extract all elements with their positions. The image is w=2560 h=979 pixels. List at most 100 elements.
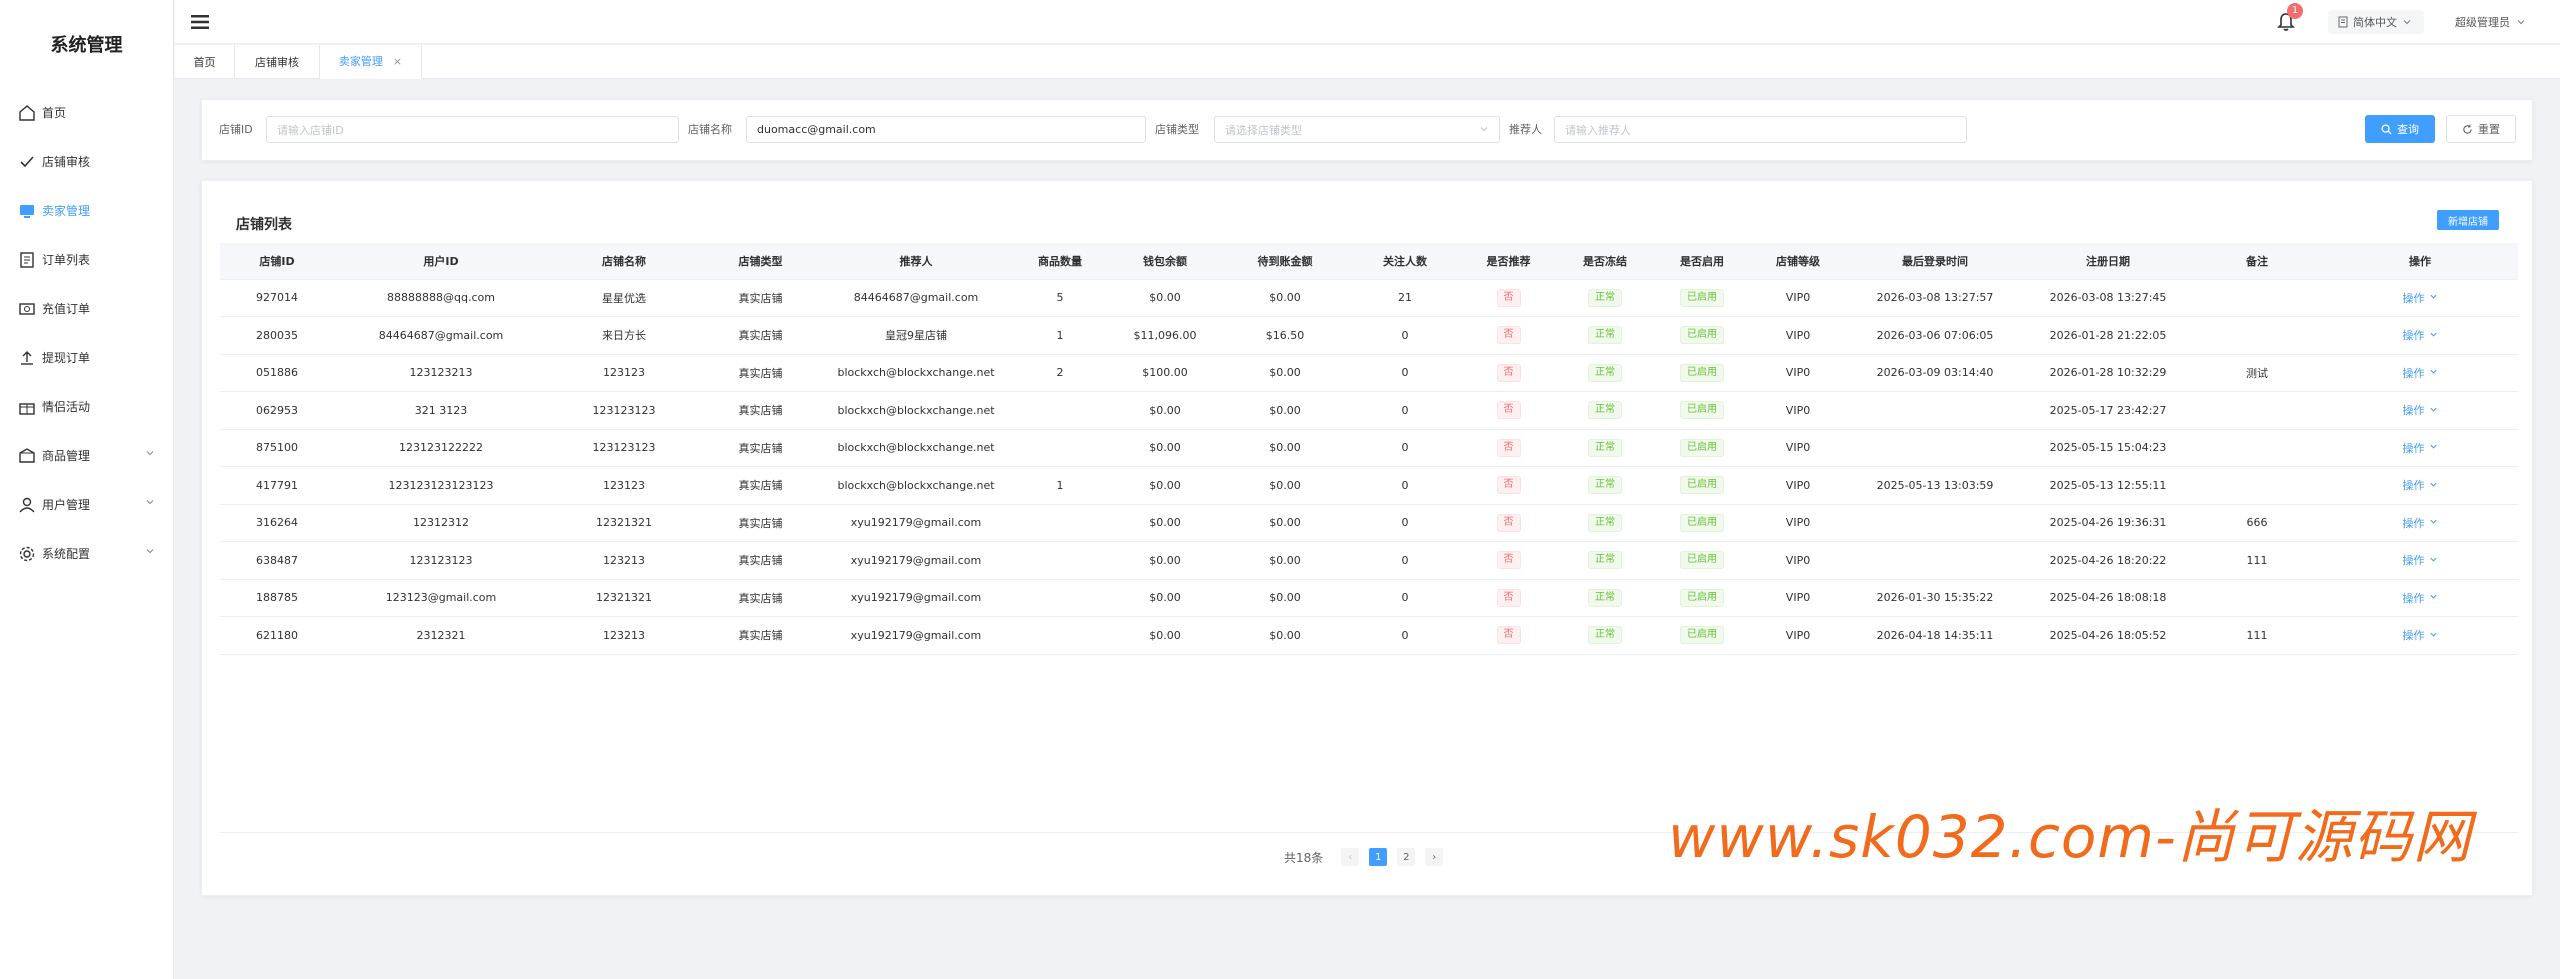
table-row: 638487 123123123 123213 真实店铺 xyu192179@gmail… — [220, 541, 2518, 580]
tab-home[interactable]: 首页 — [175, 45, 235, 79]
chevron-down-icon — [2517, 20, 2525, 25]
goods-icon — [18, 447, 36, 465]
chevron-down-icon — [2403, 20, 2411, 25]
table-cell: 真实店铺 — [700, 279, 821, 317]
sidebar-item-8[interactable]: 用户管理 — [0, 480, 173, 529]
sidebar-item-5[interactable]: 提现订单 — [0, 333, 173, 382]
table-cell: 真实店铺 — [700, 541, 821, 580]
shop-id-input[interactable]: 请输入店铺ID — [266, 116, 679, 143]
search-icon — [2381, 123, 2392, 135]
query-button[interactable]: 查询 — [2365, 115, 2435, 143]
watermark: www.sk032.com-尚可源码网 — [1668, 803, 2472, 871]
add-shop-button[interactable]: 新增店铺 — [2437, 210, 2499, 230]
close-icon[interactable]: × — [393, 55, 402, 68]
home-icon — [18, 104, 36, 122]
table-cell: 12321321 — [548, 504, 700, 542]
row-action-dropdown[interactable]: 操作 — [2403, 402, 2438, 418]
enabled-status-tag: 已启用 — [1680, 513, 1724, 532]
table-cell: $0.00 — [1109, 504, 1221, 542]
row-action-dropdown[interactable]: 操作 — [2403, 477, 2438, 493]
shop-type-select[interactable]: 请选择店铺类型 — [1214, 116, 1500, 143]
table-cell: 2026-03-08 13:27:45 — [2024, 279, 2192, 317]
sidebar-item-4[interactable]: 充值订单 — [0, 284, 173, 333]
referrer-label: 推荐人 — [1509, 123, 1542, 136]
table-cell: $0.00 — [1221, 466, 1349, 505]
recommend-tag: 否 — [1496, 588, 1521, 607]
column-header: 关注人数 — [1349, 243, 1461, 280]
language-select[interactable]: 简体中文 — [2328, 10, 2424, 34]
table-cell: 1 — [1011, 316, 1109, 355]
recommend-tag: 否 — [1496, 438, 1521, 457]
action-label: 操作 — [2402, 629, 2425, 643]
row-action-dropdown[interactable]: 操作 — [2403, 627, 2438, 643]
table-cell: 已启用 — [1654, 279, 1750, 317]
table-cell — [1011, 391, 1109, 430]
sidebar-item-label: 情侣活动 — [42, 400, 91, 414]
sidebar-item-2[interactable]: 卖家管理 — [0, 186, 173, 235]
row-action-dropdown[interactable]: 操作 — [2403, 327, 2438, 343]
referrer-input[interactable]: 请输入推荐人 — [1554, 116, 1967, 143]
table-cell: 操作 — [2322, 391, 2518, 430]
table-cell: 0 — [1349, 429, 1461, 467]
table-cell: 操作 — [2322, 279, 2518, 317]
prev-page-button[interactable]: ‹ — [1341, 848, 1360, 866]
row-action-dropdown[interactable]: 操作 — [2403, 365, 2438, 381]
top-bar — [175, 0, 2560, 44]
sidebar-item-label: 订单列表 — [42, 253, 91, 267]
hamburger-icon[interactable] — [190, 12, 210, 32]
table-cell: $0.00 — [1221, 429, 1349, 467]
row-action-dropdown[interactable]: 操作 — [2403, 590, 2438, 606]
row-action-dropdown[interactable]: 操作 — [2403, 290, 2438, 306]
column-header: 注册日期 — [2024, 243, 2192, 280]
table-cell: 062953 — [220, 391, 334, 430]
column-header: 推荐人 — [821, 243, 1011, 280]
tab-seller-management[interactable]: 卖家管理 × — [320, 45, 422, 79]
sidebar-item-9[interactable]: 系统配置 — [0, 529, 173, 578]
sidebar-item-7[interactable]: 商品管理 — [0, 431, 173, 480]
table-cell: $11,096.00 — [1109, 316, 1221, 355]
row-action-dropdown[interactable]: 操作 — [2403, 552, 2438, 568]
recommend-tag: 否 — [1496, 326, 1521, 345]
shop-name-input[interactable]: duomacc@gmail.com — [746, 116, 1146, 143]
action-label: 操作 — [2402, 554, 2425, 568]
chevron-down-icon — [145, 496, 155, 510]
page-2-button[interactable]: 2 — [1397, 848, 1416, 866]
row-action-dropdown[interactable]: 操作 — [2403, 515, 2438, 531]
user-menu[interactable]: 超级管理员 — [2455, 10, 2526, 34]
shop-list-card: 店铺列表 新增店铺 店铺ID 用户ID 店铺名称 店铺类型 推荐人 商品数量 钱包余额 待到账… — [201, 180, 2533, 896]
table-row: 875100 123123122222 123123123 真实店铺 blockxch@… — [220, 429, 2518, 467]
table-cell: blockxch@blockxchange.net — [821, 354, 1011, 392]
table-cell: 否 — [1461, 541, 1556, 580]
shop-id-label: 店铺ID — [219, 123, 253, 136]
next-page-button[interactable]: › — [1425, 848, 1444, 866]
table-cell: 666 — [2192, 504, 2322, 542]
withdraw-icon — [18, 349, 36, 367]
sidebar-item-1[interactable]: 店铺审核 — [0, 137, 173, 186]
chevron-down-icon — [145, 447, 155, 461]
table-cell: 已启用 — [1654, 541, 1750, 580]
tab-shop-review[interactable]: 店铺审核 — [235, 45, 320, 79]
table-cell: 123123213 — [334, 354, 548, 392]
table-cell: 84464687@gmail.com — [334, 316, 548, 355]
reset-button[interactable]: 重置 — [2446, 115, 2516, 143]
sidebar-item-0[interactable]: 首页 — [0, 88, 173, 137]
sidebar-item-3[interactable]: 订单列表 — [0, 235, 173, 284]
table-cell: 正常 — [1556, 279, 1654, 317]
table-cell: 123123122222 — [334, 429, 548, 467]
recommend-tag: 否 — [1496, 513, 1521, 532]
shop-type-placeholder: 请选择店铺类型 — [1225, 123, 1302, 137]
table-cell: 2026-03-09 03:14:40 — [1846, 354, 2024, 392]
row-action-dropdown[interactable]: 操作 — [2403, 440, 2438, 456]
sidebar-item-6[interactable]: 情侣活动 — [0, 382, 173, 431]
freeze-status-tag: 正常 — [1588, 588, 1622, 607]
chevron-down-icon — [2429, 404, 2438, 417]
tab-label: 店铺审核 — [255, 56, 299, 69]
table-cell: blockxch@blockxchange.net — [821, 466, 1011, 505]
table-cell: 2025-04-26 18:05:52 — [2024, 616, 2192, 655]
table-cell — [1011, 579, 1109, 617]
page-1-button[interactable]: 1 — [1369, 848, 1388, 866]
table-row: 417791 123123123123123 123123 真实店铺 blockxch@… — [220, 466, 2518, 505]
table-cell: 2 — [1011, 354, 1109, 392]
table-cell — [1011, 429, 1109, 467]
sidebar-item-label: 商品管理 — [42, 449, 91, 463]
